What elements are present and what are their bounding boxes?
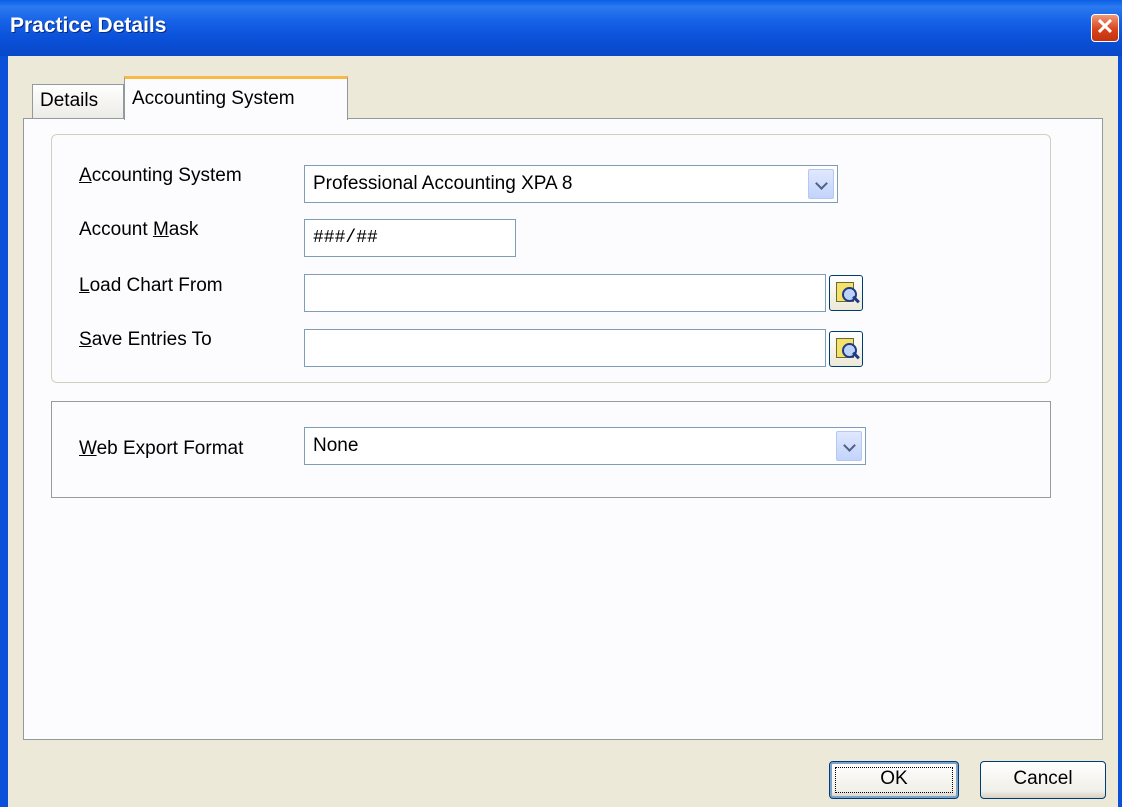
tab-panel-accounting-system: Accounting System Professional Accountin… [23, 118, 1103, 740]
cancel-button[interactable]: Cancel [980, 761, 1106, 799]
cancel-button-label: Cancel [1013, 768, 1073, 789]
account-mask-label: Account Mask [79, 219, 199, 240]
accounting-system-select[interactable]: Professional Accounting XPA 8 [304, 165, 838, 203]
ok-button[interactable]: OK [829, 761, 959, 799]
accounting-system-value: Professional Accounting XPA 8 [313, 173, 573, 194]
load-chart-from-label: Load Chart From [79, 275, 223, 296]
tab-accounting-system-label: Accounting System [132, 88, 295, 109]
close-button[interactable]: ✕ [1091, 14, 1119, 42]
accounting-system-label: Accounting System [79, 165, 242, 186]
web-export-format-label: Web Export Format [79, 438, 244, 459]
web-export-format-select[interactable]: None [304, 427, 866, 465]
window-frame-left [0, 56, 8, 807]
magnifier-handle [852, 295, 860, 304]
chevron-down-icon[interactable] [836, 431, 862, 461]
tab-accounting-system[interactable]: Accounting System [124, 76, 348, 120]
accounting-settings-group: Accounting System Professional Accountin… [51, 134, 1051, 383]
web-export-group: Web Export Format None [51, 401, 1051, 498]
magnifier-handle [852, 351, 860, 360]
account-mask-value: ###/## [313, 228, 378, 248]
focus-rect [835, 767, 953, 793]
tab-details-label: Details [40, 90, 99, 111]
tab-details[interactable]: Details [32, 84, 124, 118]
window-frame-right [1118, 56, 1122, 807]
web-export-format-value: None [313, 435, 359, 456]
load-chart-from-input[interactable] [304, 274, 826, 312]
account-mask-input[interactable]: ###/## [304, 219, 516, 257]
load-chart-browse-button[interactable] [829, 275, 863, 311]
chevron-down-icon[interactable] [808, 169, 834, 199]
close-icon: ✕ [1095, 14, 1115, 39]
save-entries-to-label: Save Entries To [79, 329, 212, 350]
window-title: Practice Details [10, 14, 167, 37]
practice-details-dialog: Practice Details ✕ Details Accounting Sy… [0, 0, 1122, 807]
save-entries-browse-button[interactable] [829, 331, 863, 367]
title-bar[interactable]: Practice Details ✕ [0, 0, 1122, 56]
save-entries-to-input[interactable] [304, 329, 826, 367]
